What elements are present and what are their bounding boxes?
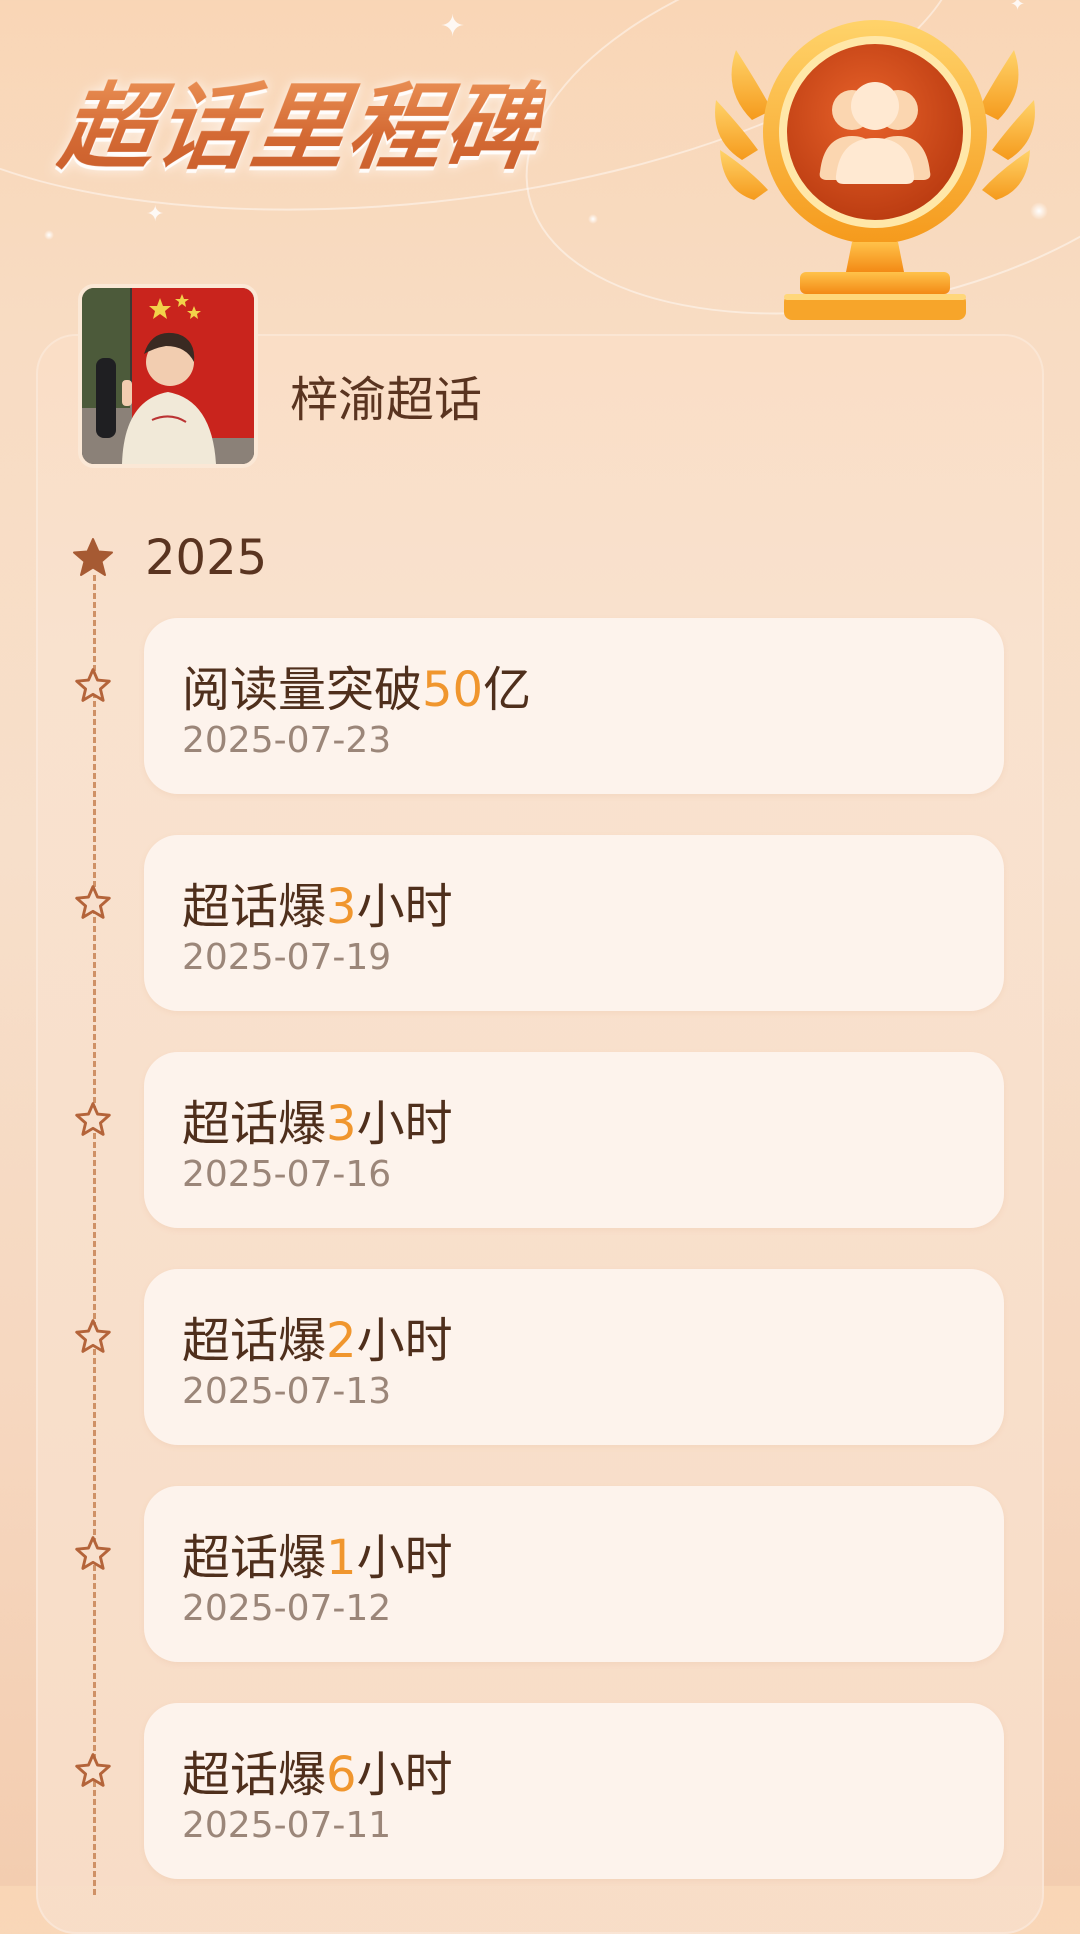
milestone-title-suffix: 小时 <box>356 879 453 935</box>
milestone-item[interactable]: 超话爆3小时 2025-07-19 <box>144 835 1004 1011</box>
milestone-date: 2025-07-19 <box>182 937 392 978</box>
milestone-date: 2025-07-13 <box>182 1371 392 1412</box>
star-outline-icon <box>74 1100 112 1138</box>
star-outline-icon <box>74 1534 112 1572</box>
timeline-line <box>93 575 96 1895</box>
milestone-number: 1 <box>326 1530 357 1586</box>
milestone-title-prefix: 超话爆 <box>182 1313 327 1369</box>
star-outline-icon <box>74 883 112 921</box>
milestone-title-prefix: 阅读量突破 <box>182 662 423 718</box>
milestone-title: 超话爆3小时 <box>182 867 453 937</box>
milestone-title-suffix: 小时 <box>356 1313 453 1369</box>
milestone-number: 2 <box>326 1313 357 1369</box>
milestone-title: 超话爆6小时 <box>182 1735 453 1805</box>
sparkle-icon: ✦ <box>146 202 165 227</box>
milestone-title-suffix: 小时 <box>356 1530 453 1586</box>
light-dot <box>44 230 54 240</box>
milestone-item[interactable]: 超话爆2小时 2025-07-13 <box>144 1269 1004 1445</box>
topic-name[interactable]: 梓渝超话 <box>290 360 482 430</box>
milestone-date: 2025-07-12 <box>182 1588 392 1629</box>
star-filled-icon <box>72 536 114 578</box>
avatar[interactable] <box>78 284 258 468</box>
light-dot <box>588 214 598 224</box>
star-outline-icon <box>74 1317 112 1355</box>
milestone-title-prefix: 超话爆 <box>182 879 327 935</box>
page-title: 超话里程碑 <box>52 52 551 188</box>
milestone-date: 2025-07-11 <box>182 1805 392 1846</box>
milestone-date: 2025-07-23 <box>182 720 392 761</box>
star-outline-icon <box>74 1751 112 1789</box>
milestone-number: 3 <box>326 879 357 935</box>
milestone-item[interactable]: 超话爆1小时 2025-07-12 <box>144 1486 1004 1662</box>
milestone-item[interactable]: 超话爆3小时 2025-07-16 <box>144 1052 1004 1228</box>
milestone-title: 超话爆1小时 <box>182 1518 453 1588</box>
timeline-year: 2025 <box>145 530 268 586</box>
milestone-title: 超话爆2小时 <box>182 1301 453 1371</box>
milestone-number: 6 <box>326 1747 357 1803</box>
milestone-title-suffix: 小时 <box>356 1747 453 1803</box>
milestone-date: 2025-07-16 <box>182 1154 392 1195</box>
milestone-item[interactable]: 超话爆6小时 2025-07-11 <box>144 1703 1004 1879</box>
trophy-icon <box>712 10 1038 330</box>
star-outline-icon <box>74 666 112 704</box>
milestone-title-prefix: 超话爆 <box>182 1530 327 1586</box>
milestone-title-prefix: 超话爆 <box>182 1096 327 1152</box>
milestone-title: 超话爆3小时 <box>182 1084 453 1154</box>
milestone-title: 阅读量突破50亿 <box>182 650 531 720</box>
milestone-item[interactable]: 阅读量突破50亿 2025-07-23 <box>144 618 1004 794</box>
milestone-title-suffix: 亿 <box>483 662 532 718</box>
milestone-number: 50 <box>422 662 484 718</box>
milestone-title-suffix: 小时 <box>356 1096 453 1152</box>
milestone-title-prefix: 超话爆 <box>182 1747 327 1803</box>
milestone-number: 3 <box>326 1096 357 1152</box>
sparkle-icon: ✦ <box>440 9 466 44</box>
